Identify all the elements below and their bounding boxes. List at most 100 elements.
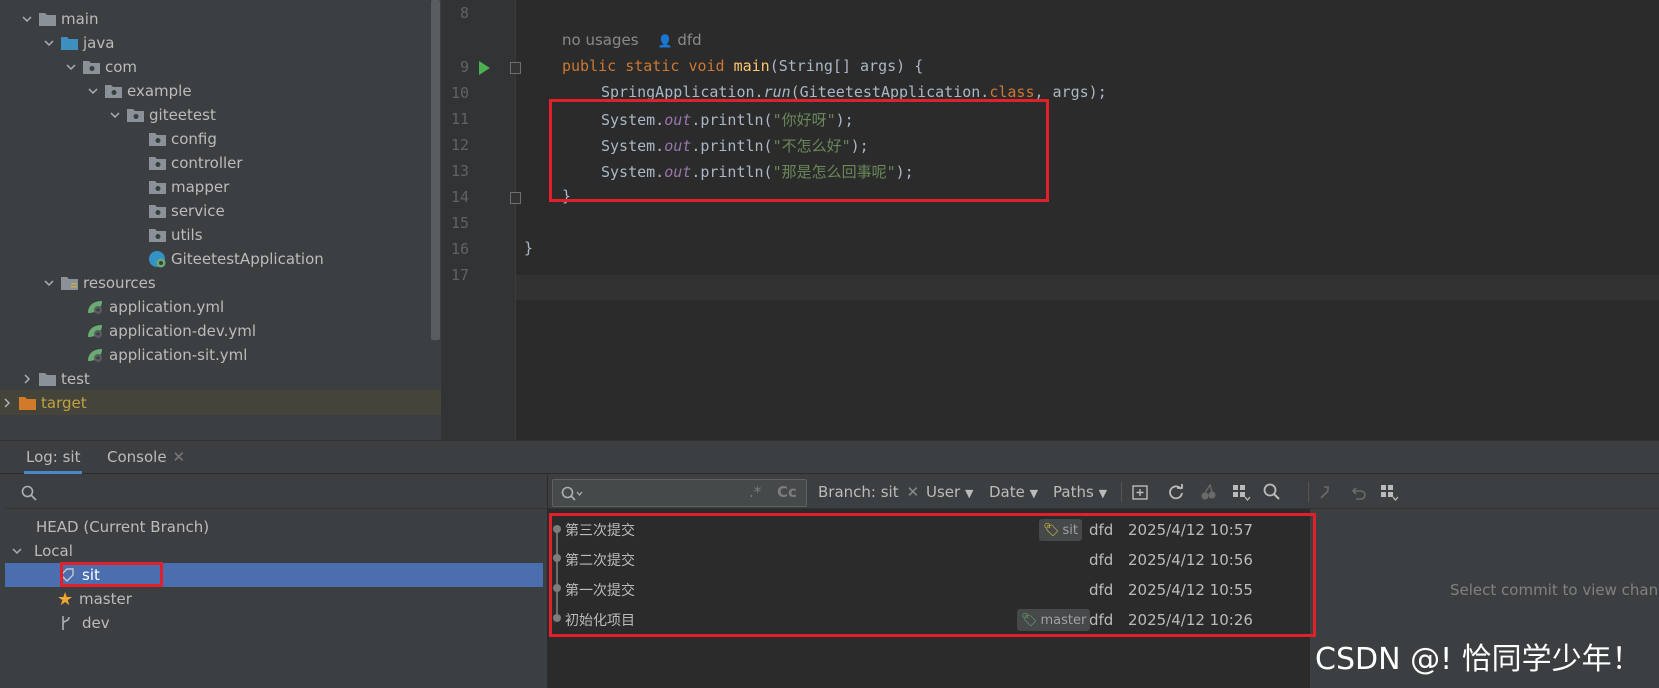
package-icon — [104, 83, 122, 99]
view-options-icon[interactable] — [1231, 483, 1251, 501]
details-options-icon[interactable] — [1379, 483, 1399, 501]
tree-item-resources[interactable]: resources — [0, 270, 441, 295]
tree-item-giteetestapplication[interactable]: GiteetestApplication — [0, 246, 441, 271]
tree-item-application-dev-yml[interactable]: application-dev.yml — [0, 318, 441, 343]
fold-marker-icon[interactable] — [510, 192, 521, 204]
fold-marker-icon[interactable] — [510, 62, 521, 74]
tree-item-config[interactable]: config — [0, 126, 441, 151]
tree-scrollbar[interactable] — [431, 0, 440, 340]
branch-label: dev — [82, 614, 110, 632]
line-number: 16 — [450, 240, 469, 258]
tree-item-example[interactable]: example — [0, 78, 441, 103]
annotation-highlight-box — [60, 562, 163, 587]
tree-item-application-sit-yml[interactable]: application-sit.yml — [0, 342, 441, 367]
code-token: void — [688, 57, 725, 75]
new-tab-icon[interactable] — [1131, 483, 1151, 501]
tree-item-label: application-sit.yml — [109, 345, 248, 364]
code-token: static — [625, 57, 680, 75]
package-icon — [148, 227, 166, 243]
branches-pane: HEAD (Current Branch) Local sit ★ master… — [5, 475, 548, 688]
line-number: 11 — [450, 110, 469, 128]
tab-console[interactable]: Console ✕ — [107, 441, 185, 474]
spring-class-icon — [148, 250, 166, 267]
usages-hint-text: no usages — [562, 31, 639, 49]
user-filter-dropdown[interactable]: User ▼ — [926, 475, 973, 509]
tree-item-utils[interactable]: utils — [0, 222, 441, 247]
branch-item-dev[interactable]: dev — [5, 611, 543, 635]
branch-search-field[interactable] — [5, 475, 548, 509]
date-filter-label: Date — [989, 483, 1025, 501]
package-icon — [148, 179, 166, 195]
collapse-icon[interactable] — [1317, 483, 1337, 501]
undo-icon[interactable] — [1348, 483, 1368, 501]
tree-item-label: target — [41, 393, 87, 412]
toolbar-separator — [1308, 482, 1309, 502]
tree-item-label: utils — [171, 225, 203, 244]
tree-item-giteetest[interactable]: giteetest — [0, 102, 441, 127]
tree-item-main[interactable]: main — [0, 6, 441, 31]
search-icon[interactable] — [1262, 483, 1282, 501]
branch-label: master — [79, 590, 132, 608]
line-number: 10 — [450, 84, 469, 102]
tree-item-label: config — [171, 129, 217, 148]
chevron-down-icon[interactable] — [64, 60, 78, 74]
details-empty-hint: Select commit to view changes — [1450, 581, 1659, 599]
chevron-down-icon[interactable] — [42, 36, 56, 50]
tree-item-test[interactable]: test — [0, 366, 441, 391]
tree-item-label: service — [171, 201, 225, 220]
tab-log-sit[interactable]: Log: sit — [24, 441, 83, 474]
annotation-highlight-box — [549, 99, 1049, 202]
tree-item-mapper[interactable]: mapper — [0, 174, 441, 199]
code-editor[interactable]: 8 9 10 11 12 13 14 15 16 17 no usages 👤 … — [441, 0, 1659, 440]
branch-group-local[interactable]: Local — [5, 539, 543, 563]
chevron-down-icon[interactable] — [42, 276, 56, 290]
date-filter-dropdown[interactable]: Date ▼ — [989, 475, 1038, 509]
tree-item-label: resources — [83, 273, 156, 292]
match-case-toggle[interactable]: Cc — [777, 483, 797, 501]
tree-item-java[interactable]: java — [0, 30, 441, 55]
code-token: public — [562, 57, 617, 75]
tree-item-com[interactable]: com — [0, 54, 441, 79]
chevron-down-icon[interactable] — [12, 546, 26, 556]
tree-item-target[interactable]: target — [0, 390, 441, 415]
package-icon — [82, 59, 100, 75]
line-number: 13 — [450, 162, 469, 180]
branch-item-master[interactable]: ★ master — [5, 587, 543, 611]
code-line-16: } — [524, 239, 534, 257]
branch-icon — [60, 615, 76, 631]
tree-item-application-yml[interactable]: application.yml — [0, 294, 441, 319]
chevron-down-icon[interactable] — [86, 84, 100, 98]
code-token: main — [733, 57, 770, 75]
tab-label: Log: sit — [26, 448, 81, 466]
tree-item-label: application-dev.yml — [109, 321, 257, 340]
chevron-down-icon[interactable] — [20, 12, 34, 26]
annotation-highlight-box — [549, 513, 1316, 637]
tree-item-label: main — [61, 9, 99, 28]
branch-filter-label: Branch: sit — [818, 483, 899, 501]
chevron-right-icon[interactable] — [0, 396, 14, 410]
folder-icon — [38, 371, 56, 387]
tree-item-label: test — [61, 369, 90, 388]
run-icon[interactable] — [479, 61, 490, 75]
chevron-right-icon[interactable] — [20, 372, 34, 386]
package-icon — [148, 131, 166, 147]
close-icon[interactable]: ✕ — [907, 483, 920, 501]
log-search-input[interactable]: .* Cc — [552, 479, 807, 507]
tab-label: Console — [107, 448, 167, 466]
editor-gutter: 8 9 10 11 12 13 14 15 16 17 — [441, 0, 521, 440]
refresh-icon[interactable] — [1166, 483, 1186, 501]
tree-item-controller[interactable]: controller — [0, 150, 441, 175]
dropdown-arrow-icon: ▼ — [1029, 487, 1039, 500]
usage-hint[interactable]: no usages 👤 dfd — [562, 31, 702, 49]
search-icon — [561, 486, 583, 501]
line-number: 14 — [450, 188, 469, 206]
toolbar-separator — [1121, 482, 1122, 502]
close-icon[interactable]: ✕ — [173, 448, 186, 466]
cherry-pick-icon[interactable] — [1198, 483, 1218, 501]
regex-toggle[interactable]: .* — [749, 483, 761, 501]
paths-filter-dropdown[interactable]: Paths ▼ — [1053, 475, 1107, 509]
branch-filter[interactable]: Branch: sit ✕ — [818, 475, 919, 509]
tree-item-service[interactable]: service — [0, 198, 441, 223]
chevron-down-icon[interactable] — [108, 108, 122, 122]
branch-head[interactable]: HEAD (Current Branch) — [5, 515, 543, 539]
